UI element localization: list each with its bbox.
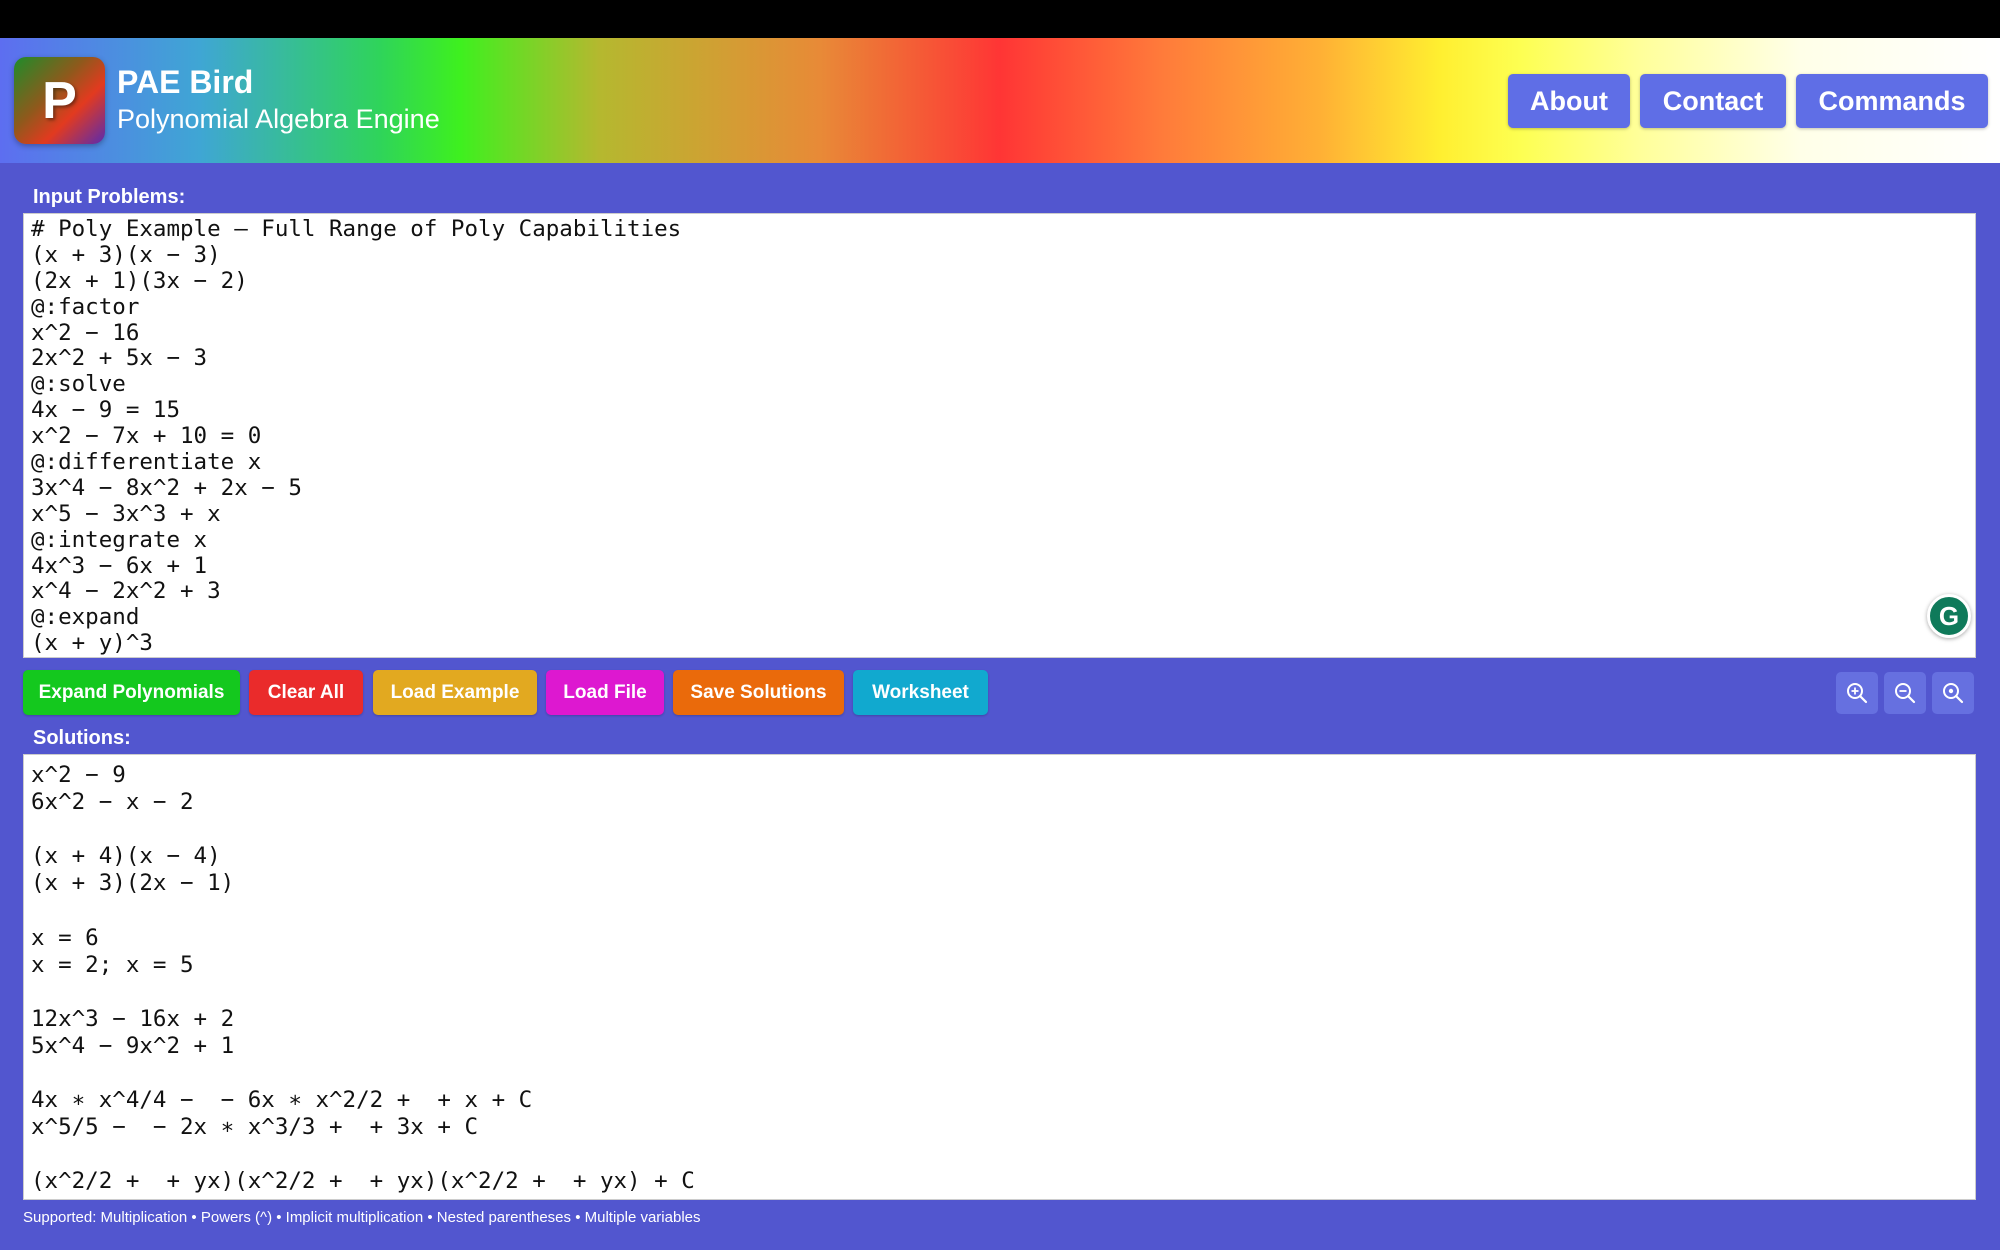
contact-button[interactable]: Contact xyxy=(1640,74,1786,128)
solution-line xyxy=(31,979,1975,1006)
input-problems-editor[interactable]: # Poly Example — Full Range of Poly Capa… xyxy=(23,213,1976,658)
solution-line xyxy=(31,1060,1975,1087)
solution-line: 6x^2 − x − 2 xyxy=(31,789,194,816)
solution-line: x = 6 xyxy=(31,924,99,951)
input-line: @:differentiate x xyxy=(31,449,262,476)
app-header: P PAE Bird Polynomial Algebra Engine Abo… xyxy=(0,38,2000,163)
input-line: # Poly Example — Full Range of Poly Capa… xyxy=(31,216,682,242)
input-line: 2x^2 + 5x − 3 xyxy=(31,345,208,372)
input-line: @:factor xyxy=(31,293,140,320)
clear-all-button[interactable]: Clear All xyxy=(249,670,363,715)
input-problems-label: Input Problems: xyxy=(33,186,186,208)
input-line: @:integrate x xyxy=(31,526,208,553)
input-line: @:expand xyxy=(31,604,140,631)
input-line: (2x + 1)(3x − 2) xyxy=(31,267,248,294)
zoom-reset-icon xyxy=(1943,683,1964,704)
input-line: 4x − 9 = 15 xyxy=(31,397,181,424)
solution-line: 4x ∗ x^4/4 − − 6x ∗ x^2/2 + + x + C xyxy=(31,1087,533,1114)
zoom-in-button[interactable] xyxy=(1836,672,1878,714)
solution-line xyxy=(31,816,1975,843)
zoom-in-icon xyxy=(1847,683,1868,704)
grammar-assistant-icon[interactable]: G xyxy=(1927,594,1971,638)
zoom-out-button[interactable] xyxy=(1884,672,1926,714)
zoom-reset-button[interactable] xyxy=(1932,672,1974,714)
solution-line xyxy=(31,1141,1975,1168)
logo-letter: P xyxy=(42,71,77,130)
about-button[interactable]: About xyxy=(1508,74,1630,128)
load-file-button[interactable]: Load File xyxy=(546,670,664,715)
input-line: 4x^3 − 6x + 1 xyxy=(31,552,208,579)
expand-polynomials-button[interactable]: Expand Polynomials xyxy=(23,670,240,715)
solution-line: 12x^3 − 16x + 2 xyxy=(31,1005,235,1032)
supported-features-footer: Supported: Multiplication • Powers (^) •… xyxy=(23,1209,701,1226)
input-line: @:solve xyxy=(31,371,126,398)
input-line: x^5 − 3x^3 + x xyxy=(31,500,221,527)
input-line: x^4 − 2x^2 + 3 xyxy=(31,578,221,605)
input-line: x^2 − 7x + 10 = 0 xyxy=(31,423,262,450)
window-top-bar xyxy=(0,0,2000,38)
load-example-button[interactable]: Load Example xyxy=(373,670,537,715)
zoom-out-icon xyxy=(1895,683,1916,704)
save-solutions-button[interactable]: Save Solutions xyxy=(673,670,844,715)
solution-line xyxy=(31,897,1975,924)
solution-line: x = 2; x = 5 xyxy=(31,951,194,978)
solution-line: (x + 4)(x − 4) xyxy=(31,843,221,870)
input-line: (x + y)^3 xyxy=(31,630,153,657)
input-line: (x + 3)(x − 3) xyxy=(31,241,221,268)
solution-line: x^5/5 − − 2x ∗ x^3/3 + + 3x + C xyxy=(31,1114,479,1141)
solutions-output[interactable]: x^2 − 9 6x^2 − x − 2 (x + 4)(x − 4) (x + 3)… xyxy=(23,754,1976,1200)
solution-line: x^2 − 9 xyxy=(31,762,126,788)
solution-line: (x^2/2 + + yx)(x^2/2 + + yx)(x^2/2 + + y… xyxy=(31,1168,695,1195)
input-line: 3x^4 − 8x^2 + 2x − 5 xyxy=(31,474,302,501)
app-subtitle: Polynomial Algebra Engine xyxy=(117,104,440,134)
input-line: x^2 − 16 xyxy=(31,319,140,346)
app-logo: P xyxy=(14,57,105,144)
solutions-label: Solutions: xyxy=(33,727,131,749)
solution-line: (x + 3)(2x − 1) xyxy=(31,870,235,897)
solution-line: 5x^4 − 9x^2 + 1 xyxy=(31,1032,235,1059)
worksheet-button[interactable]: Worksheet xyxy=(853,670,988,715)
commands-button[interactable]: Commands xyxy=(1796,74,1988,128)
app-title: PAE Bird xyxy=(117,64,254,100)
